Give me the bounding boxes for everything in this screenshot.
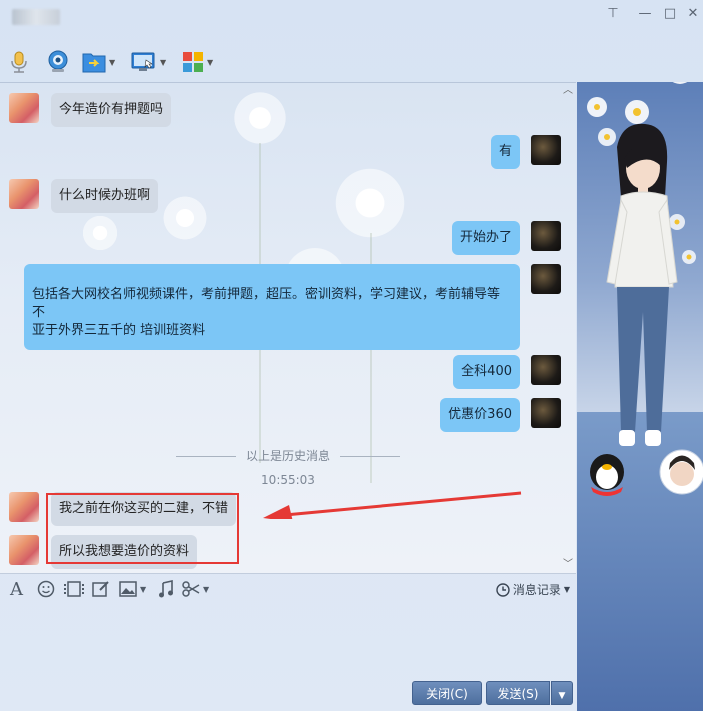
chevron-down-icon: ▼ bbox=[203, 584, 210, 594]
my-avatar[interactable] bbox=[531, 398, 561, 428]
film-icon bbox=[64, 581, 84, 597]
message-timestamp: 10:55:03 bbox=[261, 473, 315, 487]
message-input[interactable] bbox=[0, 604, 576, 678]
scissors-icon bbox=[182, 581, 200, 597]
message-bubble: 开始办了 bbox=[451, 221, 520, 255]
my-avatar[interactable] bbox=[531, 264, 561, 294]
my-avatar[interactable] bbox=[531, 135, 561, 165]
webcam-icon bbox=[48, 50, 68, 72]
title-bar: ⊤ — □ ✕ bbox=[0, 0, 703, 42]
chevron-down-icon: ▼ bbox=[160, 57, 167, 67]
my-avatar[interactable] bbox=[531, 355, 561, 385]
remote-desktop-button[interactable]: ▼ bbox=[131, 49, 166, 75]
show-character-image bbox=[587, 82, 703, 496]
send-bar: 关闭(C) 发送(S) ▼ bbox=[0, 678, 576, 711]
send-file-icon bbox=[82, 53, 106, 73]
divider-line bbox=[340, 456, 400, 457]
top-toolbar: ▼ ▼ ▼ bbox=[0, 44, 703, 80]
send-file-button[interactable]: ▼ bbox=[82, 49, 115, 75]
contact-avatar[interactable] bbox=[9, 535, 39, 565]
bg-flower bbox=[330, 163, 410, 243]
input-toolbar: A ▼ ▼ 消息记录 ▼ bbox=[0, 573, 576, 604]
chevron-down-icon: ▼ bbox=[563, 585, 570, 594]
scroll-down-button[interactable]: ﹀ bbox=[562, 559, 574, 571]
font-button[interactable]: A bbox=[10, 578, 23, 600]
message-area[interactable]: ︿ ﹀ 今年造价有押题吗 有 什么时候办班啊 开始办了 包括各大网校名师视频课件… bbox=[0, 82, 576, 573]
annotation-arrow bbox=[263, 491, 522, 519]
message-bubble: 优惠价360 bbox=[440, 398, 520, 432]
my-avatar[interactable] bbox=[531, 221, 561, 251]
message-history-label: 消息记录 bbox=[512, 583, 561, 597]
close-window-button[interactable]: ✕ bbox=[684, 6, 702, 22]
history-divider: 以上是历史消息 bbox=[0, 447, 576, 464]
microphone-icon bbox=[11, 51, 27, 73]
font-icon: A bbox=[10, 578, 23, 600]
history-divider-label: 以上是历史消息 bbox=[245, 449, 330, 463]
divider-line bbox=[175, 456, 236, 457]
minimize-icon: — bbox=[638, 6, 652, 21]
apps-icon bbox=[183, 52, 203, 72]
pin-button[interactable]: ⊤ bbox=[604, 6, 622, 22]
message-incoming: 今年造价有押题吗 bbox=[9, 93, 172, 127]
message-bubble: 全科400 bbox=[453, 355, 520, 389]
message-incoming: 什么时候办班啊 bbox=[9, 179, 159, 213]
image-button[interactable]: ▼ bbox=[119, 580, 146, 598]
apps-button[interactable]: ▼ bbox=[182, 49, 213, 75]
send-options-button[interactable]: ▼ bbox=[551, 681, 573, 705]
message-outgoing: 有 bbox=[490, 135, 561, 169]
highlight-box bbox=[46, 493, 239, 564]
message-bubble: 今年造价有押题吗 bbox=[51, 93, 172, 127]
music-button[interactable] bbox=[158, 580, 174, 598]
message-outgoing: 优惠价360 bbox=[440, 398, 561, 432]
message-bubble: 包括各大网校名师视频课件，考前押题，超压。密训资料，学习建议，考前辅导等不 亚于… bbox=[24, 264, 520, 350]
screenshot-button[interactable]: ▼ bbox=[182, 580, 209, 598]
message-outgoing: 开始办了 bbox=[451, 221, 561, 255]
chevron-down-icon: ▼ bbox=[207, 57, 214, 67]
chevron-up-icon: ︿ bbox=[563, 85, 573, 96]
contact-avatar[interactable] bbox=[9, 179, 39, 209]
bg-flower bbox=[160, 193, 210, 243]
edit-button[interactable] bbox=[92, 580, 110, 598]
pin-icon: ⊤ bbox=[607, 6, 619, 21]
contact-avatar[interactable] bbox=[9, 492, 39, 522]
bg-flower bbox=[80, 213, 120, 253]
message-outgoing: 全科400 bbox=[453, 355, 561, 389]
message-outgoing: 包括各大网校名师视频课件，考前押题，超压。密训资料，学习建议，考前辅导等不 亚于… bbox=[24, 264, 561, 350]
emoji-button[interactable] bbox=[37, 580, 55, 598]
contact-show-panel bbox=[577, 82, 703, 711]
bg-flower bbox=[230, 88, 290, 148]
chevron-down-icon: ▼ bbox=[109, 57, 116, 67]
send-button[interactable]: 发送(S) bbox=[486, 681, 550, 705]
contact-name-blurred bbox=[12, 9, 60, 25]
maximize-button[interactable]: □ bbox=[661, 6, 679, 22]
minimize-button[interactable]: — bbox=[636, 6, 654, 22]
music-icon bbox=[159, 580, 173, 598]
chevron-down-icon: ﹀ bbox=[563, 559, 573, 570]
edit-icon bbox=[92, 581, 109, 597]
contact-avatar[interactable] bbox=[9, 93, 39, 123]
close-button[interactable]: 关闭(C) bbox=[412, 681, 482, 705]
chat-window: ⊤ — □ ✕ ▼ ▼ ▼ ︿ ﹀ 今年造价有押题吗 有 什么时候办班啊 开始办… bbox=[0, 0, 703, 711]
clock-icon bbox=[496, 582, 510, 597]
voice-call-button[interactable] bbox=[9, 49, 29, 75]
remote-desktop-icon bbox=[131, 52, 155, 71]
video-call-button[interactable] bbox=[46, 49, 70, 75]
maximize-icon: □ bbox=[663, 6, 677, 21]
smiley-icon bbox=[37, 580, 55, 598]
scroll-up-button[interactable]: ︿ bbox=[562, 85, 574, 97]
chevron-down-icon: ▼ bbox=[140, 584, 147, 594]
image-icon bbox=[119, 581, 137, 597]
message-bubble: 有 bbox=[490, 135, 520, 169]
close-icon: ✕ bbox=[687, 6, 699, 21]
message-bubble: 什么时候办班啊 bbox=[51, 179, 159, 213]
magic-expression-button[interactable] bbox=[64, 580, 84, 598]
chevron-down-icon: ▼ bbox=[558, 691, 566, 701]
message-history-button[interactable]: 消息记录 ▼ bbox=[496, 581, 570, 598]
